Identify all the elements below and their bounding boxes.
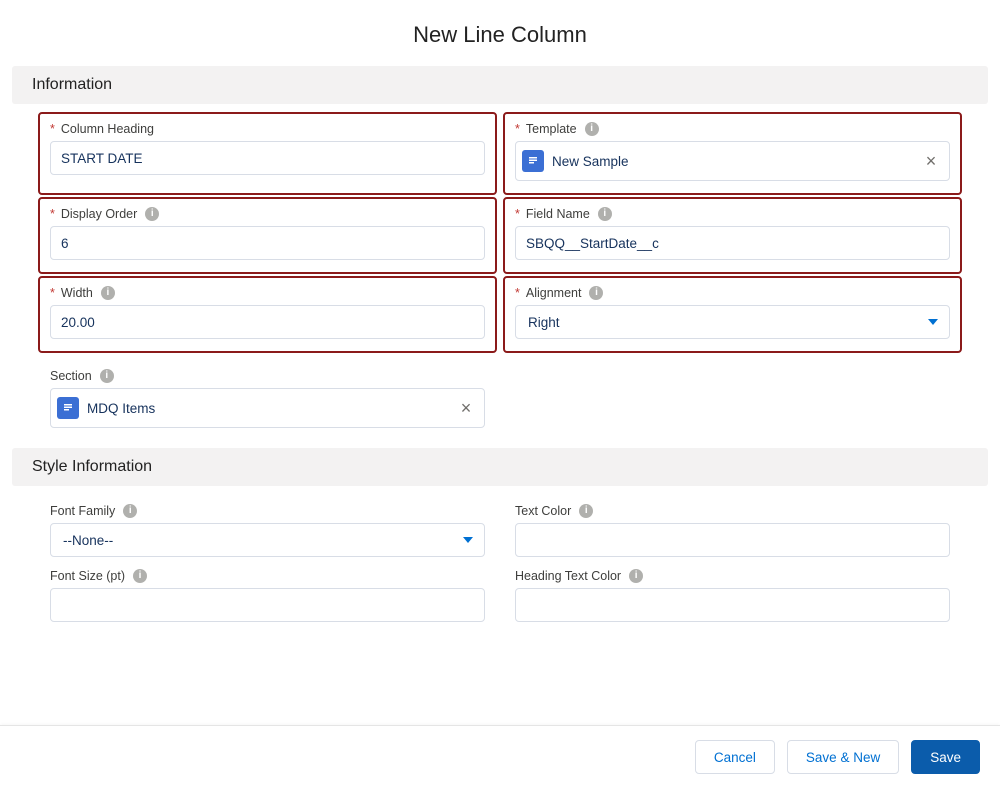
column-heading-input[interactable]	[50, 141, 485, 175]
label-heading-text-color: Heading Text Color i	[515, 569, 950, 583]
save-and-new-button[interactable]: Save & New	[787, 740, 899, 774]
required-indicator: *	[50, 286, 55, 300]
field-heading-text-color: Heading Text Color i	[515, 569, 950, 622]
label-template: * Template i	[515, 122, 950, 136]
label-display-order: * Display Order i	[50, 207, 485, 221]
heading-text-color-input[interactable]	[515, 588, 950, 622]
template-value: New Sample	[552, 154, 913, 169]
label-text: Heading Text Color	[515, 569, 621, 583]
label-text: Column Heading	[61, 122, 154, 136]
information-form: * Column Heading * Template i New Sample…	[0, 122, 1000, 448]
field-section: Section i MDQ Items ×	[50, 369, 485, 428]
alignment-select[interactable]: Right	[515, 305, 950, 339]
label-text: Text Color	[515, 504, 571, 518]
label-text: Width	[61, 286, 93, 300]
required-indicator: *	[50, 207, 55, 221]
display-order-input[interactable]	[50, 226, 485, 260]
info-icon[interactable]: i	[145, 207, 159, 221]
info-icon[interactable]: i	[133, 569, 147, 583]
field-text-color: Text Color i	[515, 504, 950, 557]
info-icon[interactable]: i	[101, 286, 115, 300]
label-text-color: Text Color i	[515, 504, 950, 518]
required-indicator: *	[515, 286, 520, 300]
close-icon[interactable]: ×	[921, 151, 941, 171]
field-width: * Width i	[38, 276, 497, 353]
label-text: Template	[526, 122, 577, 136]
field-name-input[interactable]	[515, 226, 950, 260]
info-icon[interactable]: i	[100, 369, 114, 383]
label-text: Field Name	[526, 207, 590, 221]
document-icon	[522, 150, 544, 172]
label-font-size: Font Size (pt) i	[50, 569, 485, 583]
style-form: Font Family i --None-- Text Color i Font…	[0, 504, 1000, 642]
info-icon[interactable]: i	[589, 286, 603, 300]
info-icon[interactable]: i	[123, 504, 137, 518]
field-display-order: * Display Order i	[38, 197, 497, 274]
info-icon[interactable]: i	[579, 504, 593, 518]
info-icon[interactable]: i	[585, 122, 599, 136]
footer-actions: Cancel Save & New Save	[0, 725, 1000, 788]
required-indicator: *	[50, 122, 55, 136]
new-line-column-dialog: New Line Column Information * Column Hea…	[0, 0, 1000, 788]
section-header-information: Information	[12, 66, 988, 104]
field-font-family: Font Family i --None--	[50, 504, 485, 557]
label-text: Section	[50, 369, 92, 383]
document-icon	[57, 397, 79, 419]
info-icon[interactable]: i	[629, 569, 643, 583]
required-indicator: *	[515, 207, 520, 221]
alignment-select-wrap: Right	[515, 305, 950, 339]
field-template: * Template i New Sample ×	[503, 112, 962, 195]
required-indicator: *	[515, 122, 520, 136]
width-input[interactable]	[50, 305, 485, 339]
text-color-input[interactable]	[515, 523, 950, 557]
section-lookup[interactable]: MDQ Items ×	[50, 388, 485, 428]
label-alignment: * Alignment i	[515, 286, 950, 300]
page-title: New Line Column	[0, 0, 1000, 66]
section-value: MDQ Items	[87, 401, 448, 416]
label-font-family: Font Family i	[50, 504, 485, 518]
label-text: Display Order	[61, 207, 137, 221]
font-family-select-wrap: --None--	[50, 523, 485, 557]
section-header-style: Style Information	[12, 448, 988, 486]
label-column-heading: * Column Heading	[50, 122, 485, 136]
field-field-name: * Field Name i	[503, 197, 962, 274]
field-column-heading: * Column Heading	[38, 112, 497, 195]
field-alignment: * Alignment i Right	[503, 276, 962, 353]
label-section: Section i	[50, 369, 485, 383]
label-field-name: * Field Name i	[515, 207, 950, 221]
template-lookup[interactable]: New Sample ×	[515, 141, 950, 181]
font-size-input[interactable]	[50, 588, 485, 622]
label-text: Font Size (pt)	[50, 569, 125, 583]
close-icon[interactable]: ×	[456, 398, 476, 418]
font-family-select[interactable]: --None--	[50, 523, 485, 557]
field-font-size: Font Size (pt) i	[50, 569, 485, 622]
cancel-button[interactable]: Cancel	[695, 740, 775, 774]
spacer	[515, 365, 950, 428]
info-icon[interactable]: i	[598, 207, 612, 221]
label-width: * Width i	[50, 286, 485, 300]
save-button[interactable]: Save	[911, 740, 980, 774]
label-text: Alignment	[526, 286, 582, 300]
label-text: Font Family	[50, 504, 115, 518]
